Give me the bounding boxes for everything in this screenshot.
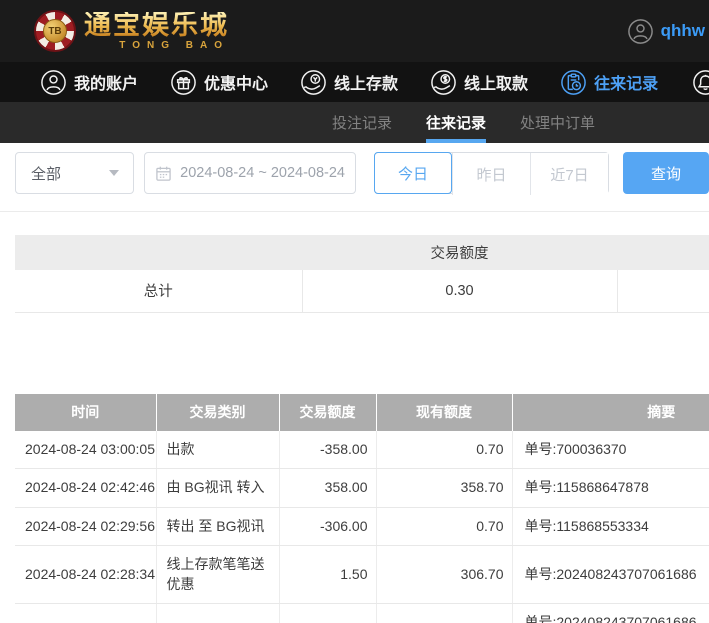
date-range-value: 2024-08-24 ~ 2024-08-24 bbox=[180, 165, 345, 181]
cell-amount: 300.00 bbox=[279, 604, 376, 623]
cell-type: 转出 至 BG视讯 bbox=[156, 507, 279, 546]
username-text[interactable]: qhhw bbox=[661, 21, 705, 41]
nav-item-withdraw[interactable]: 线上取款 bbox=[430, 69, 528, 96]
table-header-row: 时间 交易类别 交易额度 现有额度 摘要 bbox=[15, 394, 709, 431]
quick-date-group: 今日 昨日 近7日 bbox=[374, 152, 609, 194]
gift-icon bbox=[170, 69, 197, 96]
user-avatar-icon bbox=[627, 18, 654, 45]
cell-time: 2024-08-24 03:00:05 bbox=[15, 431, 156, 469]
cell-time: 2024-08-24 02:28:34 bbox=[15, 604, 156, 623]
cell-type: 线上存款 bbox=[156, 604, 279, 623]
site-logo[interactable]: TB 通宝娱乐城 TONG BAO bbox=[34, 10, 229, 52]
cell-amount: 1.50 bbox=[279, 546, 376, 604]
deposit-icon bbox=[300, 69, 327, 96]
cell-amount: 358.00 bbox=[279, 469, 376, 508]
top-header: TB 通宝娱乐城 TONG BAO qhhw bbox=[0, 0, 709, 62]
calendar-icon bbox=[155, 165, 172, 182]
col-header-balance: 现有额度 bbox=[376, 394, 512, 431]
chevron-down-icon bbox=[109, 170, 119, 176]
cell-balance: 0.70 bbox=[376, 507, 512, 546]
logo-subtitle: TONG BAO bbox=[119, 41, 229, 51]
summary-header-row: 交易额度 bbox=[15, 235, 709, 270]
withdraw-icon bbox=[430, 69, 457, 96]
nav-item-transactions[interactable]: 往来记录 bbox=[560, 69, 658, 96]
table-row: 2024-08-24 02:42:46 由 BG视讯 转入 358.00 358… bbox=[15, 469, 709, 508]
tab-pending-orders[interactable]: 处理中订单 bbox=[520, 102, 595, 143]
bell-icon bbox=[692, 69, 709, 96]
user-account[interactable]: qhhw bbox=[627, 18, 705, 45]
nav-item-deposit[interactable]: 线上存款 bbox=[300, 69, 398, 96]
summary-total-row: 总计 0.30 bbox=[15, 270, 709, 312]
cell-type: 线上存款笔笔送优惠 bbox=[156, 546, 279, 604]
filter-bar: 全部 2024-08-24 ~ 2024-08-24 今日 昨日 近7日 查询 bbox=[0, 143, 709, 212]
cell-summary: 单号:202408243707061686 人民币(RMB): 300.00 bbox=[512, 604, 709, 623]
cell-summary: 单号:700036370 bbox=[512, 431, 709, 469]
sub-nav: 投注记录 往来记录 处理中订单 bbox=[0, 102, 709, 143]
nav-label: 线上取款 bbox=[464, 70, 528, 94]
records-icon bbox=[560, 69, 587, 96]
type-select-value: 全部 bbox=[31, 163, 61, 184]
tab-transaction-records[interactable]: 往来记录 bbox=[426, 102, 486, 143]
cell-time: 2024-08-24 02:42:46 bbox=[15, 469, 156, 508]
summary-empty-cell bbox=[617, 270, 709, 312]
cell-summary: 单号:115868647878 bbox=[512, 469, 709, 508]
cell-type: 由 BG视讯 转入 bbox=[156, 469, 279, 508]
summary-line: 单号:202408243707061686 bbox=[525, 613, 709, 623]
summary-total-value: 0.30 bbox=[302, 270, 617, 312]
cell-type: 出款 bbox=[156, 431, 279, 469]
transactions-section: 时间 交易类别 交易额度 现有额度 摘要 2024-08-24 03:00:05… bbox=[15, 394, 709, 623]
cell-balance: 0.70 bbox=[376, 431, 512, 469]
nav-item-my-account[interactable]: 我的账户 bbox=[40, 69, 138, 96]
nav-label: 往来记录 bbox=[594, 70, 658, 94]
quick-btn-yesterday[interactable]: 昨日 bbox=[452, 153, 530, 195]
transactions-table: 时间 交易类别 交易额度 现有额度 摘要 2024-08-24 03:00:05… bbox=[15, 394, 709, 623]
cell-balance: 358.70 bbox=[376, 469, 512, 508]
table-row: 2024-08-24 02:29:56 转出 至 BG视讯 -306.00 0.… bbox=[15, 507, 709, 546]
user-icon bbox=[40, 69, 67, 96]
summary-table: 交易额度 总计 0.30 bbox=[15, 235, 709, 313]
tab-betting-records[interactable]: 投注记录 bbox=[332, 102, 392, 143]
cell-balance: 306.70 bbox=[376, 546, 512, 604]
main-nav: 我的账户 优惠中心 线上存款 线上取款 bbox=[0, 62, 709, 102]
logo-chip-icon: TB bbox=[34, 10, 76, 52]
col-header-type: 交易类别 bbox=[156, 394, 279, 431]
quick-btn-last7days[interactable]: 近7日 bbox=[530, 153, 608, 195]
search-button[interactable]: 查询 bbox=[623, 152, 709, 194]
cell-summary: 单号:115868553334 bbox=[512, 507, 709, 546]
quick-btn-today[interactable]: 今日 bbox=[374, 152, 452, 194]
logo-title: 通宝娱乐城 bbox=[84, 12, 229, 39]
nav-label: 我的账户 bbox=[74, 70, 138, 94]
cell-amount: -306.00 bbox=[279, 507, 376, 546]
cell-time: 2024-08-24 02:28:34 bbox=[15, 546, 156, 604]
nav-item-notifications[interactable] bbox=[692, 69, 709, 96]
cell-amount: -358.00 bbox=[279, 431, 376, 469]
summary-header-amount: 交易额度 bbox=[302, 235, 617, 270]
summary-header-empty bbox=[617, 235, 709, 270]
col-header-summary: 摘要 bbox=[512, 394, 709, 431]
nav-label: 优惠中心 bbox=[204, 70, 268, 94]
col-header-amount: 交易额度 bbox=[279, 394, 376, 431]
logo-chip-text: TB bbox=[43, 19, 67, 43]
cell-time: 2024-08-24 02:29:56 bbox=[15, 507, 156, 546]
col-header-time: 时间 bbox=[15, 394, 156, 431]
table-row: 2024-08-24 02:28:34 线上存款笔笔送优惠 1.50 306.7… bbox=[15, 546, 709, 604]
table-row: 2024-08-24 03:00:05 出款 -358.00 0.70 单号:7… bbox=[15, 431, 709, 469]
summary-section: 交易额度 总计 0.30 bbox=[15, 235, 709, 313]
nav-label: 线上存款 bbox=[334, 70, 398, 94]
table-row: 2024-08-24 02:28:34 线上存款 300.00 305.20 单… bbox=[15, 604, 709, 623]
nav-item-promotions[interactable]: 优惠中心 bbox=[170, 69, 268, 96]
date-range-input[interactable]: 2024-08-24 ~ 2024-08-24 bbox=[144, 152, 356, 194]
type-select[interactable]: 全部 bbox=[15, 152, 134, 194]
cell-balance: 305.20 bbox=[376, 604, 512, 623]
summary-header-empty bbox=[15, 235, 302, 270]
summary-total-label: 总计 bbox=[15, 270, 302, 312]
cell-summary: 单号:202408243707061686 bbox=[512, 546, 709, 604]
